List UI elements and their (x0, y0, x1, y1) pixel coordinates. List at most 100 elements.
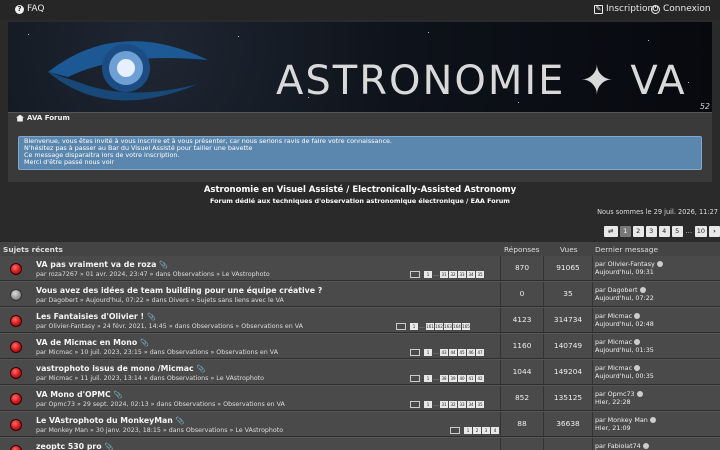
view-latest-post-icon[interactable] (634, 313, 641, 319)
topic-page-link[interactable]: 1 (424, 374, 432, 382)
topic-page-link[interactable]: 33 (458, 400, 466, 408)
topic-page-link[interactable]: 46 (467, 348, 475, 356)
register-label: Inscription (606, 4, 654, 14)
last-post-author[interactable]: par Micmac (595, 312, 632, 320)
view-latest-post-icon[interactable] (634, 365, 641, 371)
topic-page-link[interactable]: 3 (482, 426, 490, 434)
topic-views: 36638 (556, 419, 580, 428)
topic-page-link[interactable]: 1 (410, 322, 418, 330)
topic-page-link[interactable]: 162 (435, 322, 443, 330)
topic-page-link[interactable]: 32 (449, 270, 457, 278)
topic-title-link[interactable]: Les Fantaisies d'Olivier ! 📎 (36, 312, 156, 321)
topic-row[interactable]: VA Mono d'OPMC 📎 par Opmc73 » 29 sept. 202… (0, 386, 720, 411)
login-label: Connexion (663, 4, 711, 14)
last-post-author[interactable]: par Opmc73 (595, 390, 635, 398)
page-3[interactable]: 3 (645, 225, 657, 237)
topic-page-link[interactable]: 42 (476, 374, 484, 382)
view-latest-post-icon[interactable] (639, 287, 646, 293)
topic-page-link[interactable]: 4 (491, 426, 499, 434)
topic-title-link[interactable]: Le VAstrophoto du MonkeyMan 📎 (36, 416, 185, 425)
topic-last-post: par Dagobert Aujourd'hui, 07:22 (592, 282, 720, 306)
breadcrumb-home[interactable]: AVA Forum (16, 114, 70, 122)
topic-page-link[interactable]: 31 (440, 400, 448, 408)
last-post-author[interactable]: par Fabiolat74 (595, 442, 641, 450)
view-latest-post-icon[interactable] (656, 261, 663, 267)
topic-title-link[interactable]: zeoptc 530 pro 📎 (36, 442, 113, 450)
topic-page-link[interactable]: 47 (476, 348, 484, 356)
topic-replies: 1160 (500, 334, 544, 358)
topic-page-link[interactable]: 41 (467, 374, 475, 382)
last-post-time: Aujourd'hui, 00:35 (595, 372, 654, 380)
topic-page-link[interactable]: 45 (458, 348, 466, 356)
star (688, 82, 689, 83)
next-page-icon[interactable]: › (709, 225, 720, 237)
col-topics: Sujets récents (3, 245, 63, 254)
topic-row[interactable]: zeoptc 530 pro 📎 par Fabiolat74 (0, 438, 720, 450)
page-1[interactable]: 1 (619, 225, 631, 237)
topic-title-link[interactable]: VA pas vraiment va de roza 📎 (36, 260, 168, 269)
last-post-author[interactable]: par Micmac (595, 364, 632, 372)
last-post-author[interactable]: par Monkey Man (595, 416, 648, 424)
topic-row[interactable]: VA pas vraiment va de roza 📎 par roza7267 … (0, 256, 720, 281)
topic-page-link[interactable]: 34 (467, 270, 475, 278)
topic-meta: par Micmac » 11 juil. 2023, 13:14 » dans… (36, 375, 264, 382)
topic-row[interactable]: Vous avez des idées de team building pou… (0, 282, 720, 307)
page-2[interactable]: 2 (632, 225, 644, 237)
site-banner[interactable]: ASTRONOMIE ✦ VA 52 (8, 22, 712, 112)
view-latest-post-icon[interactable] (649, 417, 656, 423)
topic-page-link[interactable]: 1 (424, 400, 432, 408)
topic-last-post: par Micmac Aujourd'hui, 01:35 (592, 334, 720, 358)
topic-page-link[interactable]: 38 (440, 374, 448, 382)
topic-views: 140749 (553, 341, 583, 350)
topic-page-link[interactable]: 43 (440, 348, 448, 356)
topic-row[interactable]: Les Fantaisies d'Olivier ! 📎 par Olivier-F… (0, 308, 720, 333)
topic-page-link[interactable]: 165 (462, 322, 470, 330)
faq-link[interactable]: ? FAQ (15, 4, 44, 14)
last-post-author[interactable]: par Olivier-Fantasy (595, 260, 655, 268)
topic-title-link[interactable]: VA de Micmac en Mono 📎 (36, 338, 149, 347)
view-latest-post-icon[interactable] (642, 443, 649, 449)
topic-page-link[interactable]: 34 (467, 400, 475, 408)
topic-views: 35 (563, 289, 573, 298)
topic-page-link[interactable]: 2 (473, 426, 481, 434)
topic-replies: 1044 (500, 360, 544, 384)
page-10[interactable]: 10 (694, 225, 707, 237)
page-5[interactable]: 5 (671, 225, 683, 237)
topic-page-link[interactable]: 32 (449, 400, 457, 408)
topic-title-link[interactable]: VA Mono d'OPMC 📎 (36, 390, 123, 399)
topic-pages-icon (410, 400, 420, 408)
topic-page-link[interactable]: 164 (453, 322, 461, 330)
banner-title: ASTRONOMIE ✦ VA (276, 58, 687, 104)
topic-last-post: par Micmac Aujourd'hui, 02:48 (592, 308, 720, 332)
topic-page-link[interactable]: 35 (476, 270, 484, 278)
topic-row[interactable]: vastrophoto issus de mono /Micmac 📎 par Mi… (0, 360, 720, 385)
topic-row[interactable]: VA de Micmac en Mono 📎 par Micmac » 10 jui… (0, 334, 720, 359)
breadcrumb-bar: AVA Forum (8, 112, 712, 124)
topic-row[interactable]: Le VAstrophoto du MonkeyMan 📎 par Monkey M… (0, 412, 720, 437)
topic-page-link[interactable]: 39 (449, 374, 457, 382)
page-4[interactable]: 4 (658, 225, 670, 237)
topic-page-link[interactable]: 1 (424, 270, 432, 278)
topic-title-link[interactable]: vastrophoto issus de mono /Micmac 📎 (36, 364, 205, 373)
jump-to-page-button[interactable]: ⇄ (603, 225, 618, 237)
topic-replies: 870 (500, 256, 544, 280)
topic-title-link[interactable]: Vous avez des idées de team building pou… (36, 286, 322, 295)
topic-page-link[interactable]: 44 (449, 348, 457, 356)
topic-pages-icon (450, 426, 460, 434)
last-post-author[interactable]: par Dagobert (595, 286, 638, 294)
view-latest-post-icon[interactable] (634, 339, 641, 345)
topic-page-link[interactable]: 40 (458, 374, 466, 382)
topic-page-link[interactable]: 163 (444, 322, 452, 330)
login-link[interactable]: ⏻ Connexion (651, 4, 711, 14)
topic-page-link[interactable]: 1 (424, 348, 432, 356)
top-navbar: ? FAQ ✎ Inscription ⏻ Connexion (0, 0, 720, 20)
topic-page-link[interactable]: 35 (476, 400, 484, 408)
topic-page-link[interactable]: 33 (458, 270, 466, 278)
topic-page-link[interactable]: 31 (440, 270, 448, 278)
topic-title: Le VAstrophoto du MonkeyMan (36, 416, 173, 425)
register-link[interactable]: ✎ Inscription (594, 4, 653, 14)
topic-page-link[interactable]: 161 (426, 322, 434, 330)
topic-page-link[interactable]: 1 (464, 426, 472, 434)
last-post-author[interactable]: par Micmac (595, 338, 632, 346)
view-latest-post-icon[interactable] (636, 391, 643, 397)
